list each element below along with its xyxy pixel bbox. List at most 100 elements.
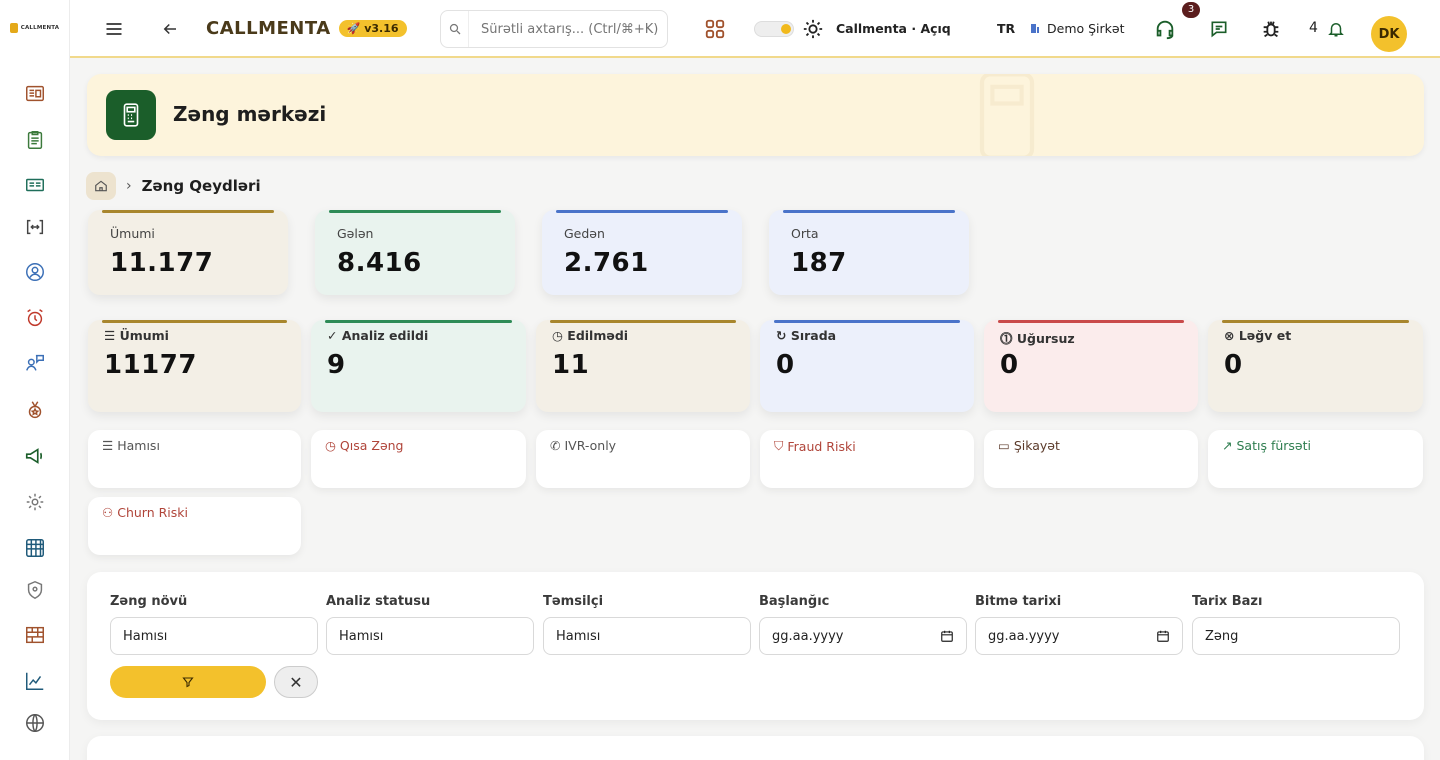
filter-chip-complaint[interactable]: ▭ Şikayət [984, 430, 1198, 488]
apps-grid-icon[interactable] [700, 14, 730, 44]
analytics-board-icon[interactable] [22, 172, 48, 198]
filter-chip-short-call[interactable]: ◷ Qısa Zəng [311, 430, 526, 488]
status-card[interactable]: ⓵ Uğursuz 0 [984, 320, 1198, 412]
shield-icon[interactable] [22, 577, 48, 603]
alarm-icon[interactable] [22, 305, 48, 331]
status-label: ◷ Edilmədi [552, 328, 628, 343]
chat-icon[interactable] [1204, 14, 1234, 44]
medal-icon[interactable] [22, 397, 48, 423]
chip-label: Fraud Riski [787, 438, 856, 454]
status-card[interactable]: ☰ Ümumi 11177 [88, 320, 301, 412]
back-arrow-icon[interactable] [155, 14, 185, 44]
clipboard-icon[interactable] [22, 127, 48, 153]
message-icon: ▭ [998, 438, 1010, 453]
user-chat-icon[interactable] [22, 350, 48, 376]
search-box [440, 10, 668, 48]
bell-icon[interactable] [1321, 14, 1351, 44]
breadcrumb: › Zəng Qeydləri [86, 172, 261, 200]
status-label-text: Sırada [790, 328, 837, 343]
status-card[interactable]: ↻ Sırada 0 [760, 320, 974, 412]
sidebar: CALLMENTA [0, 0, 70, 760]
status-value: 11 [552, 350, 590, 380]
chip-label: Churn Riski [117, 505, 188, 520]
sidebar-logo[interactable]: CALLMENTA [0, 0, 69, 56]
filter-icon [182, 677, 194, 688]
status-label: ☰ Ümumi [104, 328, 169, 343]
filter-label: Analiz statusu [326, 594, 431, 609]
status-card[interactable]: ⊗ Ləğv et 0 [1208, 320, 1423, 412]
chip-label: IVR-only [564, 438, 617, 453]
summary-label: Gələn [337, 226, 374, 241]
alert-circle-icon: ⓵ [1000, 331, 1013, 346]
home-icon[interactable] [86, 172, 116, 200]
page-header: Zəng mərkəzi [87, 74, 1424, 156]
calendar-icon[interactable] [940, 629, 954, 643]
date-value: gg.aa.yyyy [772, 628, 844, 644]
clock-icon: ◷ [552, 328, 563, 343]
status-label-text: Analiz edildi [341, 328, 429, 343]
breadcrumb-current: Zəng Qeydləri [141, 177, 261, 195]
filter-chip-all[interactable]: ☰ Hamısı [88, 430, 301, 488]
phone-off-icon: ✆ [550, 438, 561, 453]
grid-calendar-icon[interactable] [22, 535, 48, 561]
filter-label: Başlanğıc [759, 594, 830, 609]
sun-icon[interactable] [798, 14, 828, 44]
apply-filter-button[interactable] [110, 666, 266, 698]
filter-agent: Təmsilçi Hamısı [543, 594, 751, 655]
status-card[interactable]: ◷ Edilmədi 11 [536, 320, 750, 412]
settings-icon[interactable] [22, 489, 48, 515]
end-date-input[interactable]: gg.aa.yyyy [975, 617, 1183, 655]
filter-chip-sales-opportunity[interactable]: ↗ Satış fürsəti [1208, 430, 1423, 488]
spinner-icon: ↻ [776, 328, 787, 343]
search-input[interactable] [469, 21, 659, 37]
status-label-text: Edilmədi [567, 328, 629, 343]
company-switch[interactable]: Demo Şirkət [1029, 0, 1125, 56]
bug-icon[interactable] [1256, 14, 1286, 44]
status-card[interactable]: ✓ Analiz edildi 9 [311, 320, 526, 412]
close-icon: ✕ [289, 672, 303, 692]
globe-icon[interactable] [22, 710, 48, 736]
line-chart-icon[interactable] [22, 668, 48, 694]
breadcrumb-separator: › [126, 178, 132, 194]
megaphone-icon[interactable] [22, 443, 48, 469]
theme-toggle[interactable] [754, 21, 794, 37]
notification-count: 4 [1309, 20, 1318, 36]
user-avatar[interactable]: DK [1371, 16, 1407, 52]
status-value: 0 [1224, 350, 1243, 380]
status-label: ⊗ Ləğv et [1224, 328, 1291, 343]
agent-select[interactable]: Hamısı [543, 617, 751, 655]
clear-filter-button[interactable]: ✕ [274, 666, 318, 698]
status-value: 0 [776, 350, 795, 380]
filter-label: Zəng növü [110, 594, 188, 609]
status-label-text: Ləğv et [1238, 328, 1292, 343]
search-icon[interactable] [441, 11, 469, 47]
calendar-icon[interactable] [1156, 629, 1170, 643]
call-type-select[interactable]: Hamısı [110, 617, 318, 655]
filter-chip-ivr-only[interactable]: ✆ IVR-only [536, 430, 750, 488]
menu-icon[interactable] [99, 14, 129, 44]
summary-card: Gələn 8.416 [315, 210, 515, 295]
headset-icon[interactable] [1150, 14, 1180, 44]
filter-chip-fraud-risk[interactable]: ⛉ Fraud Riski [760, 430, 974, 488]
filter-label: Bitmə tarixi [975, 594, 1062, 609]
dashboard-icon[interactable] [22, 81, 48, 107]
chip-label: Qısa Zəng [339, 438, 404, 453]
company-name: Demo Şirkət [1047, 20, 1125, 36]
env-label[interactable]: Callmenta · Açıq [836, 0, 951, 56]
calculator-phone-icon [106, 90, 156, 140]
analysis-status-select[interactable]: Hamısı [326, 617, 534, 655]
code-brackets-icon[interactable] [22, 214, 48, 240]
start-date-input[interactable]: gg.aa.yyyy [759, 617, 967, 655]
filter-chip-churn-risk[interactable]: ⚇ Churn Riski [88, 497, 301, 555]
user-circle-icon[interactable] [22, 259, 48, 285]
shield-alert-icon: ⛉ [774, 438, 784, 453]
bricks-icon[interactable] [22, 622, 48, 648]
language-switch[interactable]: TR [997, 0, 1015, 56]
list-icon: ☰ [104, 328, 116, 343]
watermark-icon [979, 74, 1035, 156]
filter-panel: Zəng növü Hamısı Analiz statusu Hamısı T… [87, 572, 1424, 720]
call-list-card [87, 736, 1424, 760]
date-basis-select[interactable]: Zəng [1192, 617, 1400, 655]
brand[interactable]: CALLMENTA 🚀 v3.16 [206, 0, 407, 56]
summary-label: Orta [791, 226, 819, 241]
